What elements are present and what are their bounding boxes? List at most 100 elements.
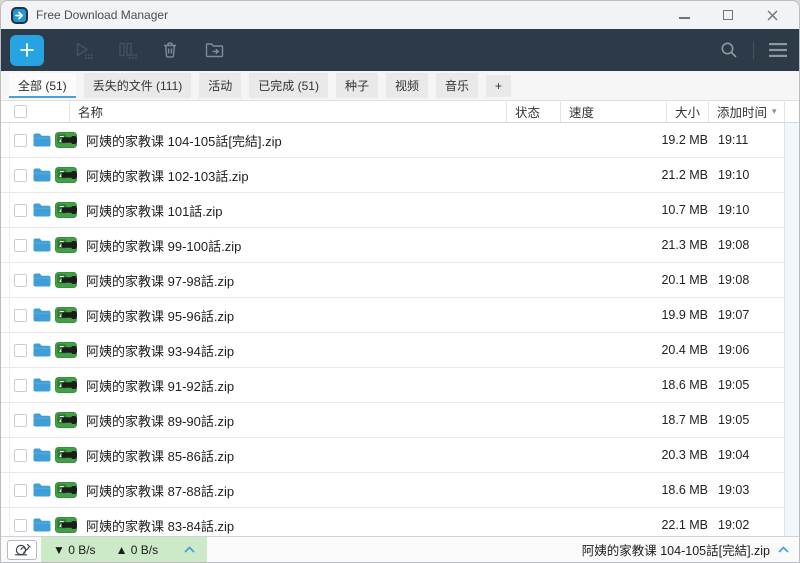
row-checkbox[interactable] — [14, 413, 27, 427]
folder-icon — [33, 448, 51, 462]
row-checkbox[interactable] — [14, 133, 27, 147]
tab[interactable]: 活动 — [199, 73, 242, 98]
column-header-name[interactable]: 名称 — [69, 101, 506, 122]
pause-all-button[interactable] — [114, 38, 138, 62]
file-size: 20.1 MB — [661, 273, 708, 287]
zip-file-icon: Z — [55, 167, 77, 183]
table-row[interactable]: Z 阿姨的家教课 83-84話.zip 22.1 MB 19:02 — [1, 508, 799, 536]
speed-limit-button[interactable] — [7, 539, 37, 560]
table-row[interactable]: Z 阿姨的家教课 95-96話.zip 19.9 MB 19:07 — [1, 298, 799, 333]
zip-file-icon: Z — [55, 237, 77, 253]
play-icon — [76, 42, 93, 59]
tab[interactable]: 全部 (51) — [9, 73, 76, 98]
row-checkbox[interactable] — [14, 483, 27, 497]
header-scrollbar-gutter — [784, 101, 799, 122]
folder-icon — [33, 308, 51, 322]
download-speed: ▼ 0 B/s — [53, 542, 96, 557]
folder-icon — [33, 343, 51, 357]
file-size: 21.2 MB — [661, 168, 708, 182]
tab-label: 音乐 — [445, 79, 470, 93]
file-size: 21.3 MB — [661, 238, 708, 252]
row-checkbox[interactable] — [14, 518, 27, 532]
table-row[interactable]: Z 阿姨的家教课 104-105話[完結].zip 19.2 MB 19:11 — [1, 123, 799, 158]
folder-icon — [33, 483, 51, 497]
added-time: 19:11 — [718, 133, 749, 147]
file-name: 阿姨的家教课 95-96話.zip — [86, 308, 235, 324]
minimize-icon[interactable] — [677, 8, 691, 22]
tab[interactable]: 音乐 — [436, 73, 479, 98]
tab[interactable]: 丢失的文件 (111) — [83, 73, 192, 98]
table-row[interactable]: Z 阿姨的家教课 89-90話.zip 18.7 MB 19:05 — [1, 403, 799, 438]
tab-label: 已完成 (51) — [258, 79, 319, 93]
table-row[interactable]: Z 阿姨的家教课 93-94話.zip 20.4 MB 19:06 — [1, 333, 799, 368]
window-title: Free Download Manager — [36, 8, 169, 22]
file-size: 18.7 MB — [661, 413, 708, 427]
table-row[interactable]: Z 阿姨的家教课 91-92話.zip 18.6 MB 19:05 — [1, 368, 799, 403]
column-header-size[interactable]: 大小 — [666, 101, 708, 122]
added-time: 19:08 — [718, 238, 750, 252]
added-time: 19:10 — [718, 168, 750, 182]
row-checkbox[interactable] — [14, 238, 27, 252]
menu-button[interactable] — [766, 38, 790, 62]
added-time: 19:06 — [718, 343, 750, 357]
upload-speed: ▲ 0 B/s — [115, 542, 159, 557]
start-all-button[interactable] — [70, 38, 94, 62]
open-folder-button[interactable] — [202, 38, 226, 62]
row-checkbox[interactable] — [14, 378, 27, 392]
row-checkbox[interactable] — [14, 273, 27, 287]
select-all-checkbox[interactable] — [14, 105, 27, 118]
file-name: 阿姨的家教课 85-86話.zip — [86, 448, 235, 464]
magnifier-icon — [721, 42, 737, 58]
scrollbar-track[interactable] — [784, 123, 799, 536]
tab[interactable]: 视频 — [385, 73, 428, 98]
table-row[interactable]: Z 阿姨的家教课 99-100話.zip 21.3 MB 19:08 — [1, 228, 799, 263]
file-size: 20.4 MB — [661, 343, 708, 357]
fdm-logo-icon — [11, 6, 28, 24]
download-list: Z 阿姨的家教课 104-105話[完結].zip 19.2 MB 19:11 — [1, 123, 799, 536]
column-header-added-time[interactable]: 添加时间 ▾ — [708, 101, 784, 122]
added-time: 19:07 — [718, 308, 750, 322]
row-checkbox[interactable] — [14, 308, 27, 322]
file-name: 阿姨的家教课 99-100話.zip — [86, 238, 242, 254]
status-bar: ▼ 0 B/s ▲ 0 B/s 阿姨的家教课 104-105話[完結].zip — [1, 536, 799, 562]
maximize-icon[interactable] — [721, 8, 735, 22]
zip-file-icon: Z — [55, 412, 77, 428]
column-label: 添加时间 — [717, 106, 768, 120]
tab-label: + — [495, 78, 503, 93]
row-checkbox[interactable] — [14, 168, 27, 182]
table-row[interactable]: Z 阿姨的家教课 97-98話.zip 20.1 MB 19:08 — [1, 263, 799, 298]
folder-icon — [33, 378, 51, 392]
speed-panel-chevron-up-icon[interactable] — [184, 546, 195, 553]
file-name: 阿姨的家教课 87-88話.zip — [86, 483, 235, 499]
plus-icon — [20, 43, 34, 57]
file-name: 阿姨的家教课 101話.zip — [86, 203, 223, 219]
column-header-speed[interactable]: 速度 — [560, 101, 666, 122]
column-header-status[interactable]: 状态 — [506, 101, 560, 122]
current-file-panel[interactable]: 阿姨的家教课 104-105話[完結].zip — [582, 540, 799, 559]
table-row[interactable]: Z 阿姨的家教课 102-103話.zip 21.2 MB 19:10 — [1, 158, 799, 193]
table-row[interactable]: Z 阿姨的家教课 85-86話.zip 20.3 MB 19:04 — [1, 438, 799, 473]
file-name: 阿姨的家教课 97-98話.zip — [86, 273, 235, 289]
zip-file-icon: Z — [55, 202, 77, 218]
tab[interactable]: + — [486, 74, 512, 97]
table-row[interactable]: Z 阿姨的家教课 87-88話.zip 18.6 MB 19:03 — [1, 473, 799, 508]
search-button[interactable] — [717, 38, 741, 62]
row-checkbox[interactable] — [14, 343, 27, 357]
row-checkbox[interactable] — [14, 203, 27, 217]
file-size: 19.9 MB — [661, 308, 708, 322]
folder-icon — [33, 518, 51, 532]
row-checkbox[interactable] — [14, 448, 27, 462]
speed-panel[interactable]: ▼ 0 B/s ▲ 0 B/s — [41, 537, 208, 562]
delete-button[interactable] — [158, 38, 182, 62]
close-icon[interactable] — [765, 8, 779, 22]
table-row[interactable]: Z 阿姨的家教课 101話.zip 10.7 MB 19:10 — [1, 193, 799, 228]
current-file-chevron-up-icon[interactable] — [778, 546, 789, 553]
added-time: 19:03 — [718, 483, 750, 497]
add-download-button[interactable] — [10, 34, 44, 66]
current-file-name: 阿姨的家教课 104-105話[完結].zip — [581, 544, 770, 558]
tab[interactable]: 已完成 (51) — [249, 73, 328, 98]
tab[interactable]: 种子 — [335, 73, 378, 98]
toolbar — [1, 29, 799, 71]
hamburger-icon — [769, 43, 787, 57]
select-all-cell — [1, 101, 69, 122]
